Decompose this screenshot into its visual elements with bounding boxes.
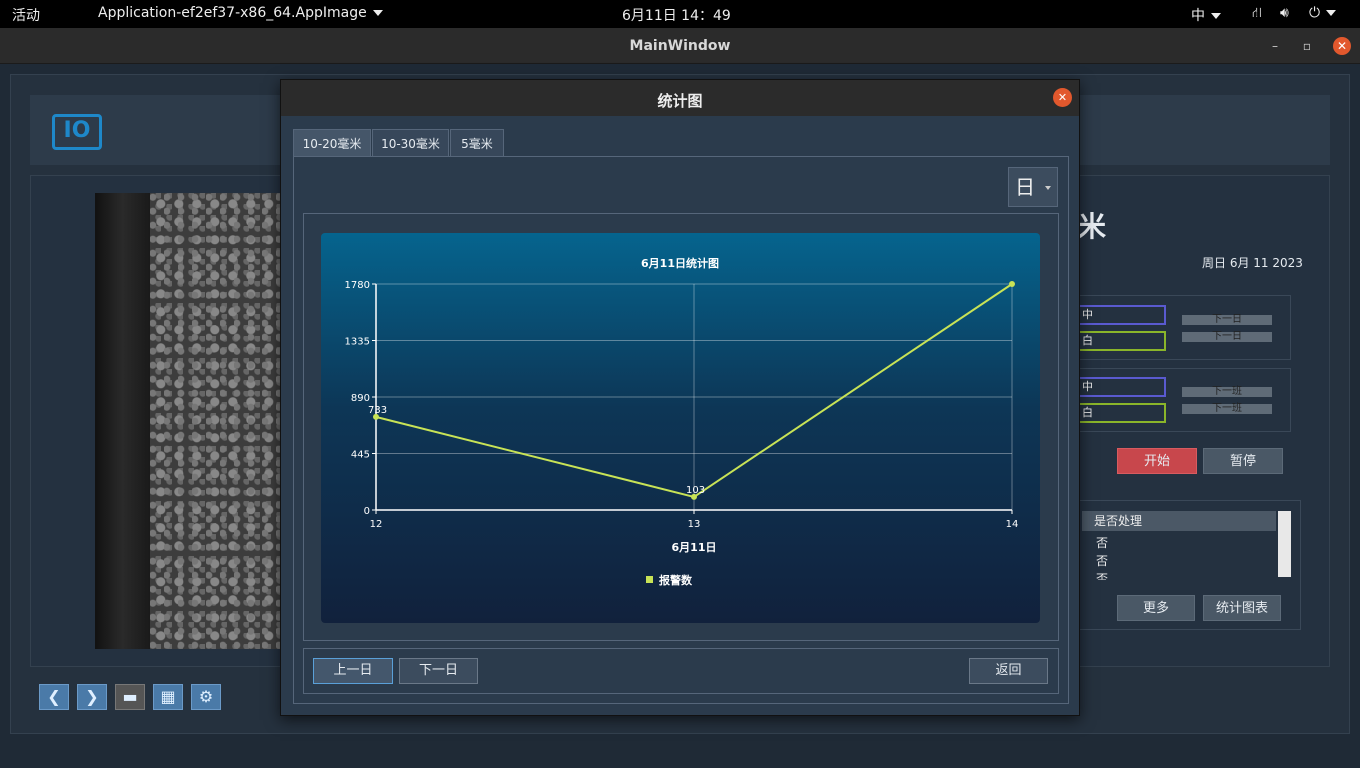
- legend-marker: [646, 576, 653, 583]
- single-view-icon[interactable]: ▬: [115, 684, 145, 710]
- clock[interactable]: 6月11日 14：49: [622, 5, 731, 25]
- statistics-dialog: 统计图 ✕ 10-20毫米 10-30毫米 5毫米 日 6月11日统计图 0 44…: [280, 79, 1080, 716]
- dialog-close-button[interactable]: ✕: [1053, 88, 1072, 107]
- y-tick-label: 445: [351, 450, 370, 461]
- app-name-label: Application-ef2ef37-x86_64.AppImage: [98, 5, 367, 21]
- x-axis-label: 6月11日: [672, 541, 717, 554]
- line-chart: 6月11日统计图 0 445 890 1335 1780 12 13 14 733 103 6…: [345, 256, 1019, 587]
- table-row[interactable]: 否: [1096, 570, 1108, 580]
- period-select[interactable]: 日: [1008, 167, 1058, 207]
- tab-10-20mm[interactable]: 10-20毫米: [293, 129, 371, 158]
- y-tick-label: 0: [364, 506, 370, 517]
- dialog-title: 统计图: [657, 92, 703, 110]
- input-method-menu[interactable]: 中: [1191, 5, 1221, 25]
- power-menu[interactable]: ⏻: [1309, 5, 1337, 21]
- y-tick-label: 1335: [345, 337, 370, 348]
- minimize-button[interactable]: –: [1266, 37, 1284, 55]
- next-shift-button-1[interactable]: 下一班: [1182, 387, 1272, 397]
- current-date: 周日 6月 11 2023: [1202, 256, 1303, 270]
- table-row[interactable]: 否: [1096, 534, 1108, 551]
- chart-series: 733 103: [368, 281, 1015, 500]
- x-tick-label: 14: [1006, 519, 1019, 530]
- shift-input-3[interactable]: 中: [1078, 377, 1166, 397]
- close-window-button[interactable]: ✕: [1333, 37, 1351, 55]
- chart-legend: 报警数: [646, 573, 693, 587]
- power-icon: ⏻: [1309, 5, 1321, 21]
- back-button[interactable]: 返回: [969, 658, 1048, 684]
- next-day-button[interactable]: 下一日: [399, 658, 478, 684]
- table-scrollbar[interactable]: [1278, 511, 1291, 577]
- settings-gear-icon[interactable]: ⚙: [191, 684, 221, 710]
- shift-input-4[interactable]: 白: [1078, 403, 1166, 423]
- forward-arrow-icon[interactable]: ❯: [77, 684, 107, 710]
- prev-day-button[interactable]: 上一日: [313, 658, 393, 684]
- app-logo: IO: [52, 114, 102, 150]
- y-tick-label: 1780: [345, 280, 370, 291]
- legend-label: 报警数: [659, 573, 693, 587]
- back-arrow-icon[interactable]: ❮: [39, 684, 69, 710]
- data-label: 103: [686, 485, 705, 496]
- activities-button[interactable]: 活动: [12, 5, 40, 25]
- period-select-value: 日: [1015, 175, 1035, 199]
- next-day-button-1[interactable]: 下一日: [1182, 315, 1272, 325]
- y-tick-label: 890: [351, 393, 370, 404]
- window-titlebar: MainWindow – ▫ ✕: [0, 28, 1360, 64]
- system-top-bar: 活动 Application-ef2ef37-x86_64.AppImage 6…: [0, 0, 1360, 28]
- size-title-fragment: 米: [1078, 210, 1107, 243]
- shift-input-1[interactable]: 中: [1078, 305, 1166, 325]
- network-icon[interactable]: ⛙: [1252, 5, 1262, 23]
- table-header-handled: 是否处理: [1082, 511, 1276, 531]
- chevron-down-icon: [372, 10, 383, 16]
- x-tick-label: 13: [688, 519, 701, 530]
- data-label: 733: [368, 405, 387, 416]
- chart-title: 6月11日统计图: [641, 256, 719, 270]
- grid-view-icon[interactable]: ▦: [153, 684, 183, 710]
- chevron-down-icon: [1326, 10, 1337, 16]
- coal-stream: [150, 193, 285, 649]
- dialog-titlebar: 统计图 ✕: [281, 80, 1079, 116]
- y-axis-ticks: 0 445 890 1335 1780: [345, 280, 376, 517]
- shift-input-2[interactable]: 白: [1078, 331, 1166, 351]
- table-row[interactable]: 否: [1096, 552, 1108, 569]
- window-title: MainWindow: [629, 38, 731, 54]
- input-method-label: 中: [1191, 8, 1205, 24]
- maximize-button[interactable]: ▫: [1298, 37, 1316, 55]
- next-shift-button-2[interactable]: 下一班: [1182, 404, 1272, 414]
- chevron-down-icon: [1045, 186, 1051, 190]
- next-day-button-2[interactable]: 下一日: [1182, 332, 1272, 342]
- pause-button[interactable]: 暂停: [1203, 448, 1283, 474]
- x-axis-ticks: 12 13 14: [370, 510, 1019, 530]
- camera-feed: [95, 193, 285, 649]
- start-button[interactable]: 开始: [1117, 448, 1197, 474]
- chart-grid: [375, 283, 1013, 511]
- chart-area: 6月11日统计图 0 445 890 1335 1780 12 13 14 733 103 6…: [321, 233, 1040, 623]
- data-point: [1009, 281, 1015, 287]
- conveyor-belt: [95, 193, 150, 649]
- tab-5mm[interactable]: 5毫米: [450, 129, 504, 157]
- tab-10-30mm[interactable]: 10-30毫米: [372, 129, 449, 157]
- x-tick-label: 12: [370, 519, 383, 530]
- chevron-down-icon: [1211, 13, 1221, 19]
- volume-icon[interactable]: 🔊︎: [1280, 5, 1289, 21]
- more-button[interactable]: 更多: [1117, 595, 1195, 621]
- stats-chart-button[interactable]: 统计图表: [1203, 595, 1281, 621]
- app-menu[interactable]: Application-ef2ef37-x86_64.AppImage: [98, 5, 383, 21]
